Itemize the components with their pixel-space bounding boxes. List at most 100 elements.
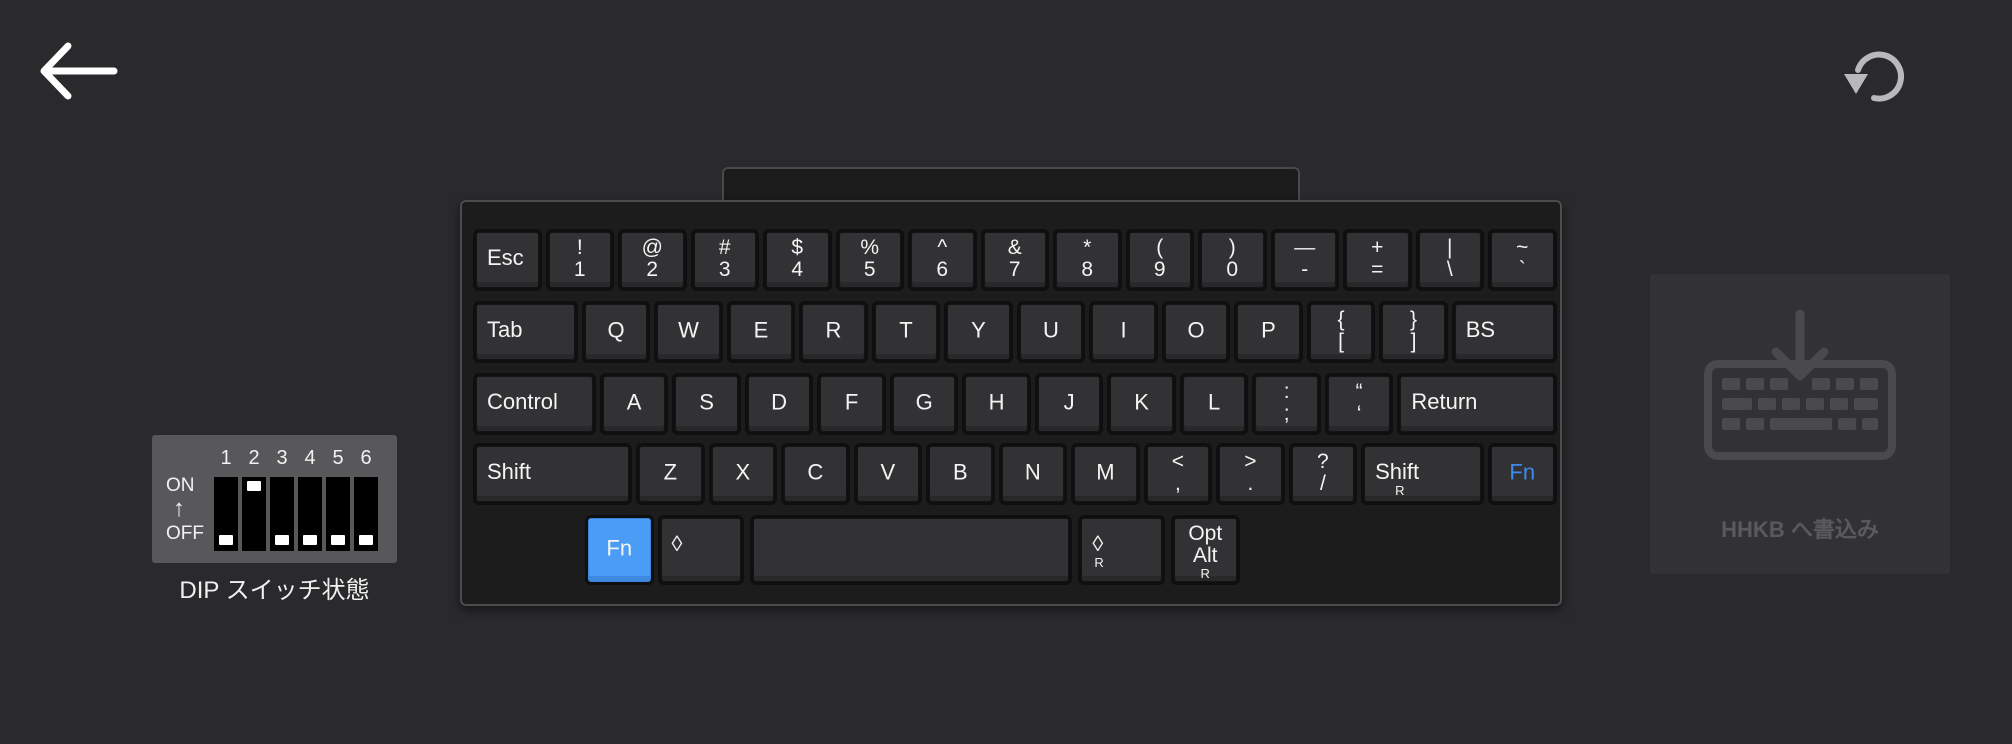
dip-switch-3[interactable] <box>270 477 294 551</box>
key-2-0-2[interactable]: @2 <box>621 232 684 288</box>
key-symbol-0-11[interactable]: — - <box>1273 232 1336 288</box>
key-5-0-5[interactable]: % 5 <box>838 232 901 288</box>
key-p-1-10[interactable]: P <box>1237 304 1300 360</box>
key-symbol-0-14[interactable]: ~ ` <box>1491 232 1554 288</box>
key-legend-bottom: 1 <box>573 258 586 281</box>
key-f-2-4[interactable]: F <box>820 376 883 432</box>
key-6-0-6[interactable]: ^ 6 <box>911 232 974 288</box>
key-symbol-0-12[interactable]: + = <box>1346 232 1409 288</box>
key-legend: #3 <box>695 237 756 281</box>
key-bs-1-13[interactable]: BS <box>1454 304 1554 360</box>
key-label: F <box>844 389 859 415</box>
key-r-1-4[interactable]: R <box>802 304 865 360</box>
key-v-3-4[interactable]: V <box>856 446 920 502</box>
key-g-2-5[interactable]: G <box>892 376 956 432</box>
key-symbol-4-3[interactable]: ◊ R <box>1081 518 1162 582</box>
key-e-1-3[interactable]: E <box>729 304 793 360</box>
key-symbol-0-13[interactable]: | \ <box>1418 232 1481 288</box>
key-legend-bottom: ; <box>1283 402 1290 425</box>
key-tab-1-0[interactable]: Tab <box>476 304 575 360</box>
key-y-1-6[interactable]: Y <box>947 304 1010 360</box>
key-legend-top: : <box>1283 380 1290 403</box>
key-4-0-4[interactable]: $4 <box>766 232 829 288</box>
dip-switch-5[interactable] <box>326 477 350 551</box>
key-shift-3-0[interactable]: Shift <box>476 446 630 502</box>
key-k-2-8[interactable]: K <box>1110 376 1173 432</box>
key-label: C <box>807 459 824 485</box>
key-o-1-9[interactable]: O <box>1164 304 1228 360</box>
key-label: K <box>1134 389 1149 415</box>
key-legend-top: Opt <box>1188 522 1223 545</box>
key-legend: % 5 <box>840 237 901 281</box>
key-legend: ^ 6 <box>912 237 973 281</box>
key-symbol-1-11[interactable]: {[ <box>1309 304 1373 360</box>
key-w-1-2[interactable]: W <box>657 304 720 360</box>
write-to-hhkb-button[interactable]: HHKB へ書込み <box>1650 274 1950 574</box>
key-z-3-1[interactable]: Z <box>639 446 702 502</box>
key-shift-3-11[interactable]: Shift R <box>1364 446 1481 502</box>
key-esc-0-0[interactable]: Esc <box>476 232 539 288</box>
key-s-2-2[interactable]: S <box>675 376 738 432</box>
key-9-0-9[interactable]: (9 <box>1128 232 1191 288</box>
key-label: B <box>953 459 968 485</box>
key-j-2-7[interactable]: J <box>1037 376 1101 432</box>
key-3-0-3[interactable]: #3 <box>693 232 756 288</box>
key-x-3-2[interactable]: X <box>711 446 775 502</box>
key-legend: ? / <box>1293 451 1354 495</box>
key-label: O <box>1187 317 1205 343</box>
key-label: N <box>1024 459 1041 485</box>
key-legend-top: + <box>1371 236 1384 259</box>
reset-button[interactable] <box>1840 40 1912 112</box>
key-a-2-1[interactable]: A <box>602 376 666 432</box>
key-label: W <box>678 317 699 343</box>
dip-switch-1[interactable] <box>214 477 238 551</box>
key-legend-top: ? <box>1317 450 1329 473</box>
key-alt-4-4[interactable]: Opt Alt R <box>1174 518 1237 582</box>
key-symbol-3-8[interactable]: <, <box>1146 446 1210 502</box>
key-t-1-5[interactable]: T <box>874 304 938 360</box>
dip-switch-6[interactable] <box>354 477 378 551</box>
key-symbol-4-1[interactable]: ◊ <box>660 518 742 582</box>
key-0-0-10[interactable]: ) 0 <box>1201 232 1264 288</box>
key-label: R <box>825 317 842 343</box>
dip-arrow-icon: ↑ <box>173 495 185 522</box>
key-label: Esc <box>487 245 524 270</box>
key-h-2-6[interactable]: H <box>965 376 1028 432</box>
key-blank-4-2[interactable] <box>753 518 1070 582</box>
key-legend: ) 0 <box>1202 237 1263 281</box>
key-legend-bottom: ] <box>1410 330 1417 353</box>
key-d-2-3[interactable]: D <box>747 376 811 432</box>
key-n-3-6[interactable]: N <box>1001 446 1065 502</box>
key-legend-bottom: . <box>1247 472 1254 495</box>
dip-switch-4[interactable] <box>298 477 322 551</box>
key-l-2-9[interactable]: L <box>1182 376 1246 432</box>
key-legend: Opt Alt R <box>1175 523 1236 581</box>
key-8-0-8[interactable]: * 8 <box>1056 232 1119 288</box>
key-7-0-7[interactable]: & 7 <box>983 232 1046 288</box>
key-label: P <box>1261 317 1276 343</box>
key-return-2-12[interactable]: Return <box>1400 376 1554 432</box>
key-symbol-2-10[interactable]: :; <box>1255 376 1318 432</box>
key-symbol-3-9[interactable]: >. <box>1219 446 1282 502</box>
key-label: Shift <box>1375 459 1420 484</box>
key-symbol-1-12[interactable]: }] <box>1382 304 1445 360</box>
key-control-2-0[interactable]: Control <box>476 376 593 432</box>
key-fn-3-12[interactable]: Fn <box>1491 446 1554 502</box>
key-c-3-3[interactable]: C <box>784 446 847 502</box>
key-symbol-2-11[interactable]: “‘ <box>1327 376 1391 432</box>
dip-switch-knob <box>219 535 233 545</box>
key-m-3-7[interactable]: M <box>1074 446 1137 502</box>
dip-switch-2[interactable] <box>242 477 266 551</box>
key-legend-bottom: ‘ <box>1356 402 1362 425</box>
key-b-3-5[interactable]: B <box>929 446 992 502</box>
key-q-1-1[interactable]: Q <box>584 304 648 360</box>
key-symbol-3-10[interactable]: ? / <box>1291 446 1355 502</box>
key-fn-4-0[interactable]: Fn <box>588 518 651 582</box>
dip-switch-panel: ON ↑ OFF 123456 <box>152 435 397 563</box>
key-u-1-7[interactable]: U <box>1019 304 1083 360</box>
key-legend-bottom: 7 <box>1008 258 1021 281</box>
back-button[interactable] <box>36 36 120 106</box>
key-legend-top: ~ <box>1516 236 1529 259</box>
key-1-0-1[interactable]: ! 1 <box>548 232 611 288</box>
key-i-1-8[interactable]: I <box>1092 304 1155 360</box>
